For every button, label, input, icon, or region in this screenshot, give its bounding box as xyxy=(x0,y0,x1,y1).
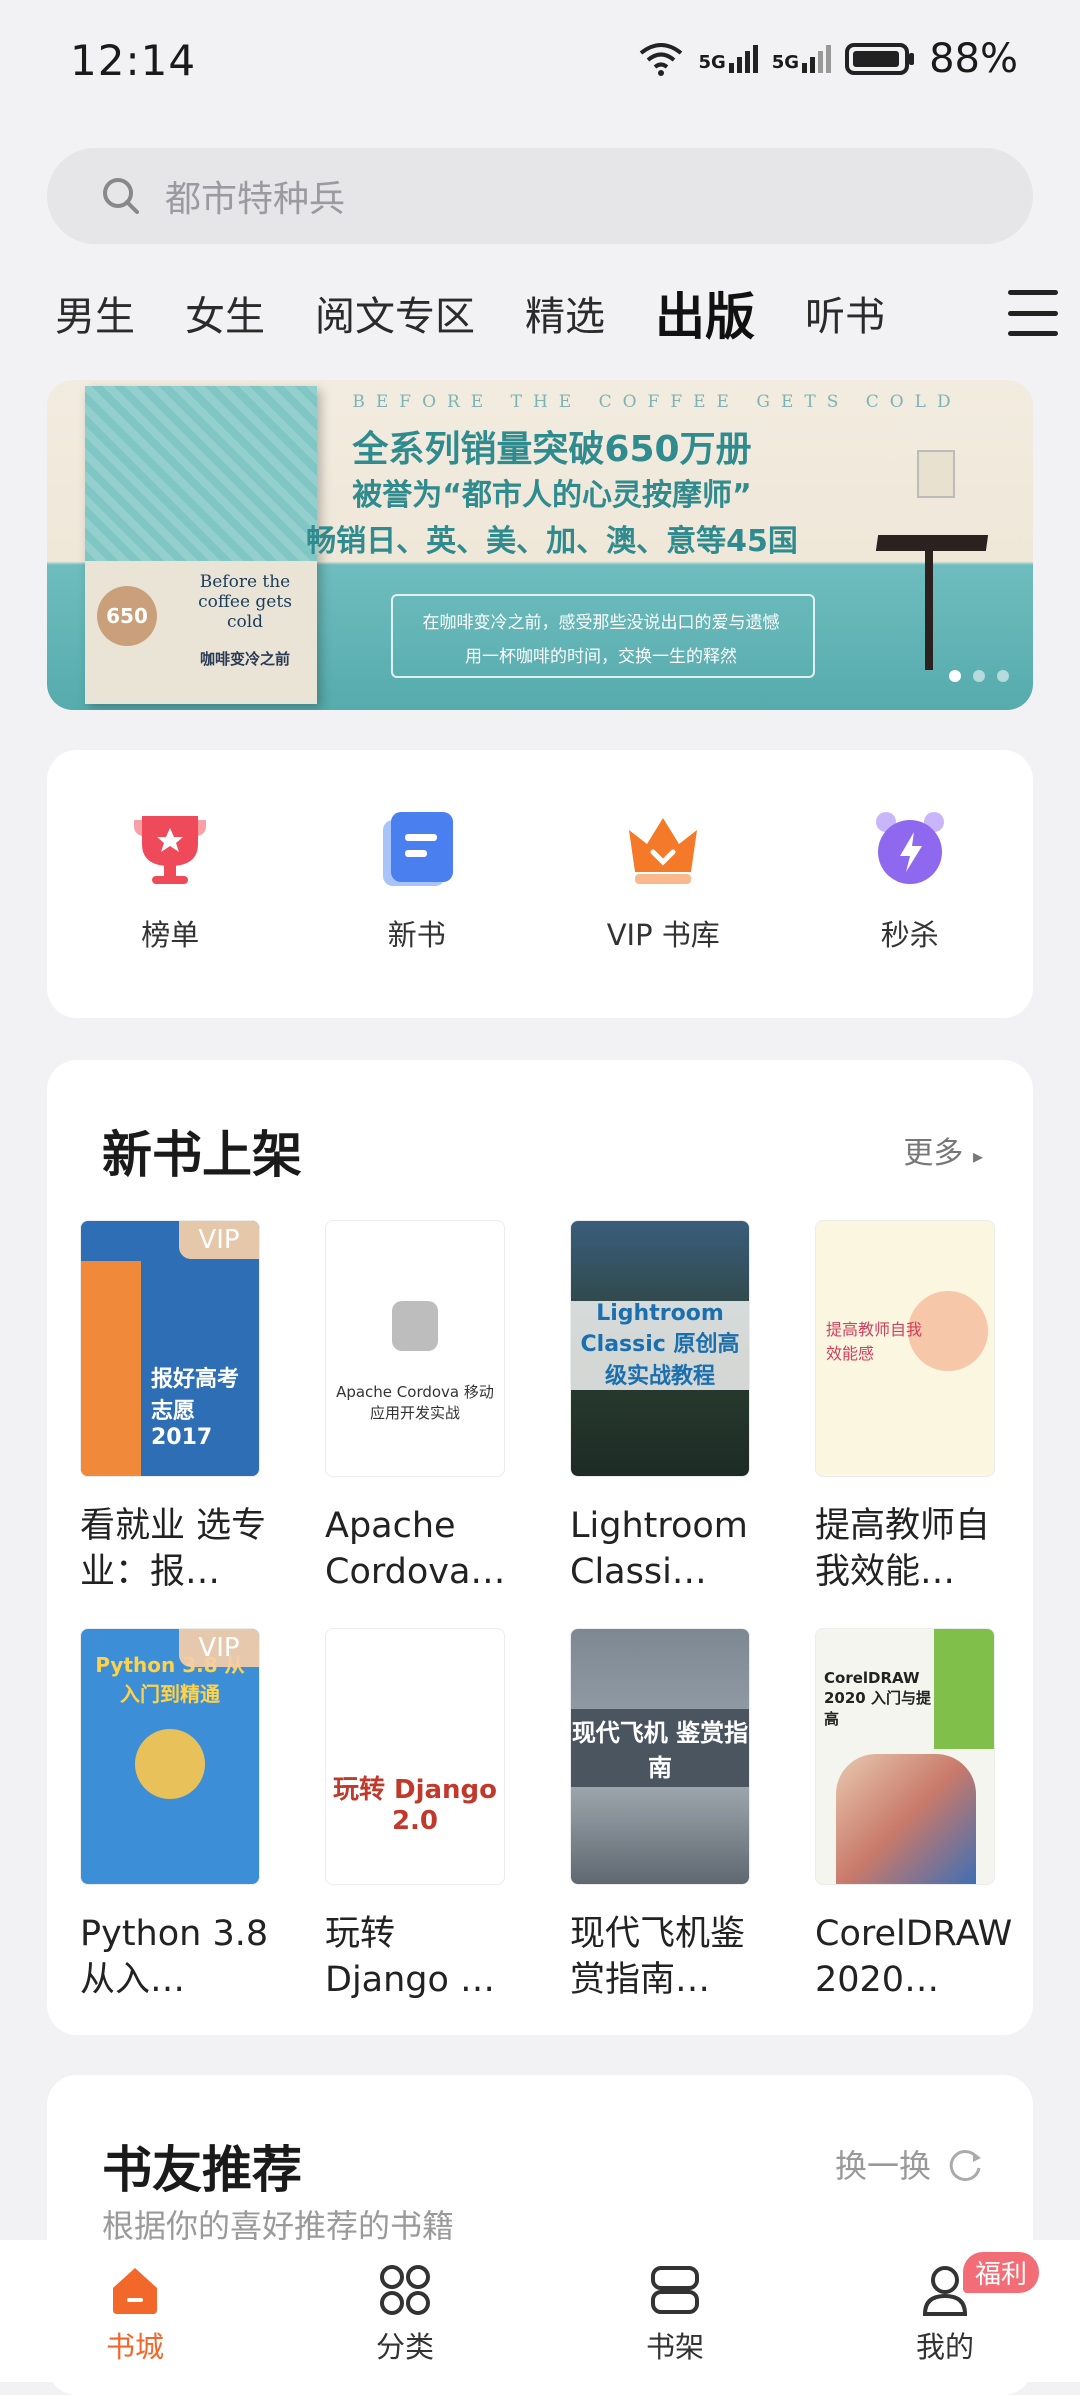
nav-label: 书架 xyxy=(645,2330,704,2364)
status-time: 12:14 xyxy=(70,36,197,85)
nav-bookstore[interactable]: 书城 xyxy=(35,2240,235,2382)
quick-entry-label: 新书 xyxy=(387,918,446,952)
quick-entry-card: 榜单 新书 VIP 书库 秒杀 xyxy=(47,750,1033,1018)
channel-tabs: 男生 女生 阅文专区 精选 出版 听书 xyxy=(55,278,1045,348)
banner-english: BEFORE THE COFFEE GETS COLD xyxy=(352,392,962,412)
quick-entry-label: VIP 书库 xyxy=(606,918,720,952)
welfare-badge: 福利 xyxy=(963,2252,1040,2293)
chevron-right-icon: ▸ xyxy=(972,1144,983,1168)
banner-book-title-en: Before the coffee gets cold xyxy=(198,572,292,632)
book-item[interactable]: Python 3.8 从入门到精通 VIP Python 3.8从入… xyxy=(80,1628,268,2003)
more-link[interactable]: 更多 ▸ xyxy=(903,1128,983,1172)
nav-category[interactable]: 分类 xyxy=(305,2240,505,2382)
quick-entry-label: 秒杀 xyxy=(880,918,939,952)
vip-badge: VIP xyxy=(179,1629,259,1667)
trophy-icon xyxy=(134,816,207,884)
category-icon xyxy=(380,2265,430,2315)
tab-yuewen[interactable]: 阅文专区 xyxy=(315,284,475,342)
book-item[interactable]: 提高教师自我效能感 提高教师自我效能… xyxy=(815,1220,995,1595)
quick-entry-label: 榜单 xyxy=(141,918,200,952)
book-item[interactable]: CorelDRAW 2020 入门与提高 CorelDRAW 2020… xyxy=(815,1628,1012,2003)
book-title: 玩转 Django … xyxy=(325,1914,496,2000)
battery-percent: 88% xyxy=(929,36,1018,82)
book-item[interactable]: Apache Cordova 移动应用开发实战 Apache Cordova… xyxy=(325,1220,505,1595)
tab-audiobook[interactable]: 听书 xyxy=(805,284,885,342)
bottom-navigation: 书城 分类 书架 我的 福利 xyxy=(0,2240,1080,2382)
quick-entry-ranking[interactable]: 榜单 xyxy=(70,806,270,954)
book-title: 现代飞机鉴赏指南… xyxy=(570,1914,746,2000)
banner-sub-1: 在咖啡变冷之前，感受那些没说出口的爱与遗憾 xyxy=(422,613,780,633)
search-bar[interactable]: 都市特种兵 xyxy=(47,148,1033,244)
book-title: 提高教师自我效能… xyxy=(815,1506,991,1592)
quick-entry-flash-sale[interactable]: 秒杀 xyxy=(810,806,1010,954)
nav-bookshelf[interactable]: 书架 xyxy=(575,2240,775,2382)
status-icons: 5G 5G 88% xyxy=(638,36,1018,82)
book-title: Apache Cordova… xyxy=(325,1506,506,1592)
book-cover: Lightroom Classic 原创高级实战教程 xyxy=(570,1220,750,1477)
book-title: CorelDRAW 2020… xyxy=(815,1914,1013,2000)
book-item[interactable]: Lightroom Classic 原创高级实战教程 Lightroom Cla… xyxy=(570,1220,750,1595)
tab-female[interactable]: 女生 xyxy=(185,284,265,342)
carousel-dot[interactable] xyxy=(949,670,961,682)
nav-label: 分类 xyxy=(375,2330,434,2364)
table-illustration xyxy=(875,535,989,551)
lamp-illustration xyxy=(917,450,955,498)
book-cover: 提高教师自我效能感 xyxy=(815,1220,995,1477)
sales-seal: 650 xyxy=(97,586,157,646)
tab-male[interactable]: 男生 xyxy=(55,284,135,342)
nav-label: 我的 xyxy=(915,2330,974,2364)
search-icon xyxy=(103,178,139,214)
book-cover: 报好高考志愿 2017 VIP xyxy=(80,1220,260,1477)
refresh-button[interactable]: 换一换 xyxy=(835,2141,985,2187)
section-title: 书友推荐 xyxy=(102,2141,302,2199)
promo-banner[interactable]: 650 Before the coffee gets cold 咖啡变冷之前 B… xyxy=(47,380,1033,710)
banner-book-cover: 650 Before the coffee gets cold 咖啡变冷之前 xyxy=(85,386,317,704)
book-title: Lightroom Classi… xyxy=(570,1506,748,1592)
carousel-dot[interactable] xyxy=(997,670,1009,682)
battery-icon xyxy=(845,43,915,75)
banner-sub-2: 用一杯咖啡的时间，交换一生的释然 xyxy=(465,647,737,667)
table-leg xyxy=(925,550,933,670)
alarm-lightning-icon xyxy=(875,812,944,884)
carousel-dots[interactable] xyxy=(949,670,1009,682)
book-title: 看就业 选专业：报… xyxy=(80,1506,267,1592)
crown-icon xyxy=(629,818,698,884)
banner-headline: 全系列销量突破650万册 xyxy=(352,429,752,470)
book-cover: Python 3.8 从入门到精通 VIP xyxy=(80,1628,260,1885)
book-item[interactable]: 报好高考志愿 2017 VIP 看就业 选专业：报… xyxy=(80,1220,266,1595)
vip-badge: VIP xyxy=(179,1221,259,1259)
banner-line-3: 畅销日、英、美、加、澳、意等45国 xyxy=(306,524,798,559)
new-book-icon xyxy=(382,812,453,886)
book-item[interactable]: 玩转 Django 2.0 玩转 Django … xyxy=(325,1628,505,2003)
book-cover: CorelDRAW 2020 入门与提高 xyxy=(815,1628,995,1885)
book-cover: 现代飞机 鉴赏指南 xyxy=(570,1628,750,1885)
tab-publishing[interactable]: 出版 xyxy=(655,277,755,349)
wifi-icon xyxy=(640,43,683,76)
quick-entry-vip[interactable]: VIP 书库 xyxy=(563,806,763,954)
bookshelf-icon xyxy=(651,2266,699,2314)
signal-icon-1: 5G xyxy=(698,45,758,73)
home-icon xyxy=(113,2268,157,2314)
tab-featured[interactable]: 精选 xyxy=(525,284,605,342)
book-cover: Apache Cordova 移动应用开发实战 xyxy=(325,1220,505,1477)
nav-label: 书城 xyxy=(105,2330,164,2364)
book-item[interactable]: 现代飞机 鉴赏指南 现代飞机鉴赏指南… xyxy=(570,1628,750,2003)
quick-entry-new-books[interactable]: 新书 xyxy=(317,806,517,954)
carousel-dot[interactable] xyxy=(973,670,985,682)
signal-icon-2: 5G xyxy=(772,45,832,73)
section-title: 新书上架 xyxy=(102,1126,302,1184)
book-title: Python 3.8从入… xyxy=(80,1914,269,2000)
nav-profile[interactable]: 我的 福利 xyxy=(845,2240,1045,2382)
menu-icon[interactable] xyxy=(1008,290,1058,336)
book-cover: 玩转 Django 2.0 xyxy=(325,1628,505,1885)
search-placeholder: 都市特种兵 xyxy=(165,179,346,220)
status-bar: 12:14 5G 5G 88% xyxy=(0,0,1080,125)
banner-book-title-cn: 咖啡变冷之前 xyxy=(199,650,290,668)
new-books-section: 新书上架 更多 ▸ 报好高考志愿 2017 VIP 看就业 选专业：报… Apa… xyxy=(47,1060,1033,2035)
banner-line-2: 被誉为“都市人的心灵按摩师” xyxy=(352,478,752,513)
refresh-icon xyxy=(949,2150,981,2182)
